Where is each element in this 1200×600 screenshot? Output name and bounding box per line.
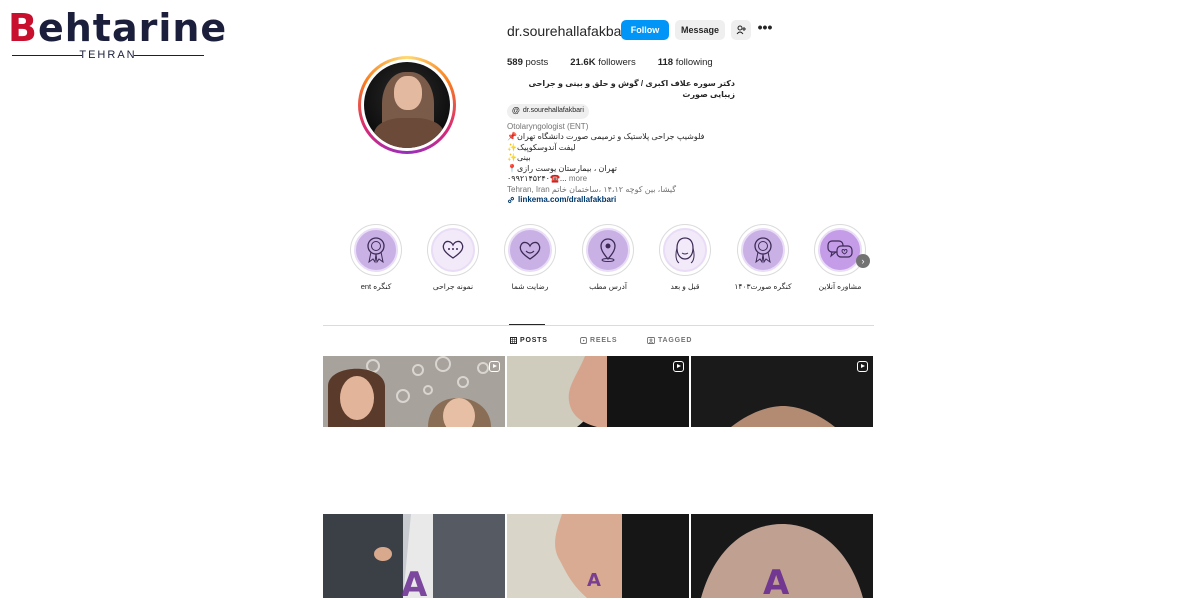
tab-tagged-label: TAGGED <box>658 337 693 344</box>
highlight-cover <box>741 228 785 272</box>
post-image: A <box>507 514 689 598</box>
highlight-ring <box>659 224 711 276</box>
highlight-cover <box>818 228 862 272</box>
following-count[interactable]: 118 following <box>658 57 713 68</box>
story-highlights: کنگره ent نمونه جراحی رضایت شما آدرس مطب… <box>346 224 876 300</box>
highlight-item[interactable]: قبل و بعد <box>655 224 715 291</box>
highlight-label: قبل و بعد <box>670 282 700 291</box>
profile-link[interactable]: linkema.com/drallafakbari <box>507 195 742 206</box>
more-options-icon[interactable]: ••• <box>756 20 774 36</box>
reel-icon <box>673 361 684 372</box>
grid-icon <box>510 337 517 344</box>
highlight-cover <box>586 228 630 272</box>
reel-icon <box>857 361 868 372</box>
highlight-cover <box>663 228 707 272</box>
tab-tagged[interactable]: TAGGED <box>647 337 692 344</box>
highlight-ring <box>582 224 634 276</box>
highlight-ring <box>814 224 866 276</box>
post-thumbnail[interactable]: A <box>323 514 505 598</box>
highlight-label: آدرس مطب <box>589 282 627 291</box>
add-user-icon <box>736 25 746 35</box>
highlight-cover <box>508 228 552 272</box>
highlight-label: کنگره ent <box>360 282 392 291</box>
more-link[interactable]: more <box>569 174 587 183</box>
highlight-item[interactable]: آدرس مطب <box>578 224 638 291</box>
highlight-label: مشاوره آنلاین <box>818 282 862 291</box>
followers-count[interactable]: 21.6K followers <box>570 57 636 68</box>
tab-reels[interactable]: REELS <box>580 337 617 344</box>
highlight-cover <box>354 228 398 272</box>
tab-posts[interactable]: POSTS <box>510 337 548 344</box>
post-image <box>507 356 689 427</box>
profile-stats: 589 posts 21.6K followers 118 following <box>507 57 713 68</box>
heart-face-icon <box>519 241 541 260</box>
post-image: A <box>323 514 505 598</box>
tabs-divider <box>323 325 874 326</box>
display-name: دکتر سوره علاف اکبری / گوش و حلق و بینی … <box>528 79 735 99</box>
hearts-chat-icon <box>442 240 464 259</box>
post-image <box>323 356 505 427</box>
brand-watermark-logo: Behtarine TEHRAN <box>8 8 226 61</box>
profile-category: Otolaryngologist (ENT) <box>507 121 589 131</box>
highlight-item[interactable]: نمونه جراحی <box>423 224 483 291</box>
profile-avatar[interactable] <box>358 56 456 154</box>
reels-icon <box>580 337 587 344</box>
post-thumbnail[interactable] <box>323 356 505 427</box>
posts-count[interactable]: 589 posts <box>507 57 548 68</box>
highlight-ring <box>504 224 556 276</box>
brand-wordmark: Behtarine <box>8 6 228 50</box>
tab-posts-label: POSTS <box>520 337 548 344</box>
message-button[interactable]: Message <box>675 20 725 40</box>
tab-reels-label: REELS <box>590 337 618 344</box>
profile-link-text: linkema.com/drallafakbari <box>518 195 617 204</box>
medal-icon <box>754 237 772 264</box>
highlight-label: رضایت شما <box>511 282 549 291</box>
chat-bubbles-icon <box>827 240 853 258</box>
follow-button[interactable]: Follow <box>621 20 669 40</box>
bio-phone-line: ۰۹۹۲۱۴۵۲۴۰☎️... more <box>507 174 742 185</box>
reel-icon <box>489 361 500 372</box>
highlight-cover <box>431 228 475 272</box>
bio-line: تهران ، بیمارستان یوست رازی📍 <box>507 163 617 173</box>
bio-line: فلوشیپ جراحی پلاستیک و ترمیمی صورت دانشگ… <box>507 132 705 141</box>
post-image <box>691 356 873 427</box>
highlight-item[interactable]: کنگره صورت۱۴۰۳ <box>733 224 793 291</box>
post-image: A <box>691 514 873 598</box>
bio-location: Tehran, Iran گیشا، بین کوچه ۱۴،۱۲ ،ساختم… <box>507 184 677 194</box>
medal-icon <box>367 237 385 264</box>
bio-phone: ۰۹۹۲۱۴۵۲۴۰☎️... <box>507 174 567 183</box>
suggested-users-button[interactable] <box>731 20 751 40</box>
post-thumbnail[interactable] <box>691 356 873 427</box>
avatar-border <box>361 59 453 151</box>
threads-icon: @ <box>512 106 520 115</box>
highlight-ring <box>350 224 402 276</box>
highlight-ring <box>427 224 479 276</box>
threads-badge[interactable]: @ dr.sourehallafakbari <box>507 104 589 119</box>
bio-line: بینی✨ <box>507 153 531 162</box>
highlight-label: کنگره صورت۱۴۰۳ <box>734 282 792 291</box>
highlight-ring <box>737 224 789 276</box>
active-tab-indicator <box>509 324 545 325</box>
highlight-item[interactable]: کنگره ent <box>346 224 406 291</box>
highlight-label: نمونه جراحی <box>432 282 474 291</box>
face-outline-icon <box>675 237 695 264</box>
bio-line: لیفت آندوسکوپیک✨ <box>507 142 576 152</box>
svg-text:A: A <box>763 563 790 598</box>
tagged-icon <box>647 337 655 344</box>
link-icon <box>507 197 515 204</box>
location-pin-icon <box>600 238 616 262</box>
chevron-right-icon[interactable]: › <box>856 254 870 268</box>
threads-handle: dr.sourehallafakbari <box>522 107 584 114</box>
svg-text:A: A <box>587 570 601 591</box>
svg-text:A: A <box>401 565 428 598</box>
highlight-item[interactable]: رضایت شما <box>500 224 560 291</box>
avatar-photo <box>364 62 450 148</box>
post-thumbnail[interactable] <box>507 356 689 427</box>
post-thumbnail[interactable]: A <box>507 514 689 598</box>
profile-username: dr.sourehallafakbari <box>507 23 630 39</box>
post-thumbnail[interactable]: A <box>691 514 873 598</box>
profile-bio: دکتر سوره علاف اکبری / گوش و حلق و بینی … <box>507 79 742 206</box>
brand-subtitle: TEHRAN <box>8 49 208 61</box>
